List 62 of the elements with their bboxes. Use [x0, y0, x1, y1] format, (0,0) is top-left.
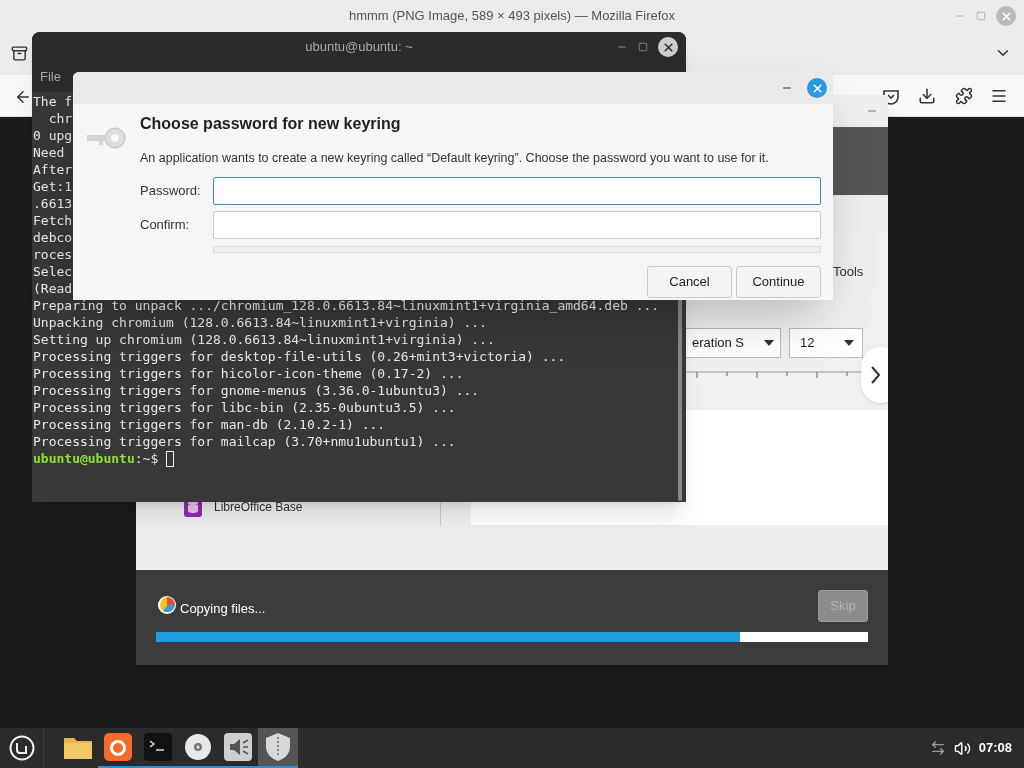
- volume-icon[interactable]: [953, 739, 971, 757]
- dialog-description: An application wants to create a new keyring called “Default keyring”. Choose the password you want to use for it.: [140, 150, 770, 167]
- terminal-line: roces: [33, 246, 73, 263]
- terminal-line: Unpacking chromium (128.0.6613.84~linuxmint1+virginia) ...: [33, 314, 487, 331]
- terminal-line: 0 upg: [33, 127, 73, 144]
- terminal-icon: [144, 733, 172, 761]
- app-label: LibreOffice Base: [214, 499, 303, 516]
- prompt-user: ubuntu@ubuntu: [33, 450, 135, 467]
- network-icon[interactable]: [929, 740, 946, 756]
- terminal-line: Preparing to unpack .../chromium_128.0.6613.84~linuxmint1+virginia_amd64.deb ...: [33, 297, 660, 314]
- terminal-line: Processing triggers for hicolor-icon-theme (0.17-2) ...: [33, 365, 464, 382]
- terminal-line: chr: [47, 110, 73, 127]
- terminal-line: The f: [33, 93, 73, 110]
- close-button[interactable]: [658, 37, 678, 57]
- key-icon: [85, 124, 127, 152]
- window-title: hmmm (PNG Image, 589 × 493 pixels) — Mozilla Firefox: [348, 7, 676, 26]
- field-label: Confirm:: [140, 216, 191, 234]
- tab-list-icon[interactable]: [11, 45, 28, 62]
- terminal-line: Selec: [33, 263, 73, 280]
- disc-icon: [184, 733, 212, 761]
- terminal-line: After: [33, 161, 73, 178]
- font-size: 12: [800, 334, 815, 353]
- terminal-line: .6613: [33, 195, 73, 212]
- maximize-icon[interactable]: [638, 42, 648, 52]
- logo-icon: [8, 735, 35, 761]
- font-name: eration S: [692, 334, 745, 353]
- spinner-icon: [156, 595, 178, 617]
- dialog-button[interactable]: Cancel: [647, 265, 732, 298]
- menu-item[interactable]: File: [40, 67, 61, 87]
- terminal-line: Setting up chromium (128.0.6613.84~linuxmint1+virginia) ...: [33, 331, 495, 348]
- terminal-line: Fetch: [33, 212, 73, 229]
- terminal-line: Processing triggers for mailcap (3.70+nmu1ubuntu1) ...: [33, 433, 456, 450]
- prompt-path: :~$: [134, 450, 159, 467]
- close-icon: [999, 9, 1013, 23]
- terminal-line: debco: [33, 229, 73, 246]
- terminal-line: Processing triggers for man-db (2.10.2-1) ...: [33, 416, 386, 433]
- chevron-right-icon: [871, 366, 880, 384]
- menu-icon[interactable]: [990, 87, 1008, 105]
- dialog-title: Choose password for new keyring: [140, 114, 402, 134]
- dropdown-arrow-icon[interactable]: [764, 340, 774, 346]
- puzzle-icon[interactable]: [955, 87, 973, 105]
- terminal-line: Processing triggers for gnome-menus (3.36.0-1ubuntu3) ...: [33, 382, 480, 399]
- close-icon: [661, 40, 675, 54]
- password-field[interactable]: [213, 176, 821, 205]
- browser-icon: [104, 733, 132, 761]
- dialog-button[interactable]: Continue: [736, 265, 821, 298]
- clock[interactable]: 07:08: [978, 738, 1012, 758]
- password-field[interactable]: [213, 210, 821, 239]
- window-title: ubuntu@ubuntu: ~: [305, 38, 413, 57]
- terminal-line: (Read: [33, 280, 73, 297]
- speaker-icon: [224, 733, 252, 761]
- terminal-line: Need: [33, 144, 65, 161]
- terminal-line: Processing triggers for libc-bin (2.35-0ubuntu3.5) ...: [33, 399, 456, 416]
- field-label: Password:: [140, 182, 202, 200]
- terminal-line: Processing triggers for desktop-file-utils (0.26+mint3+victoria) ...: [33, 348, 566, 365]
- download-icon[interactable]: [918, 87, 936, 105]
- pocket-icon[interactable]: [882, 88, 900, 106]
- terminal-line: Get:1: [33, 178, 73, 195]
- dropdown-arrow-icon[interactable]: [844, 340, 854, 346]
- status-text: Copying files...: [180, 600, 266, 619]
- shield-icon: [264, 732, 292, 762]
- close-icon: [810, 81, 824, 95]
